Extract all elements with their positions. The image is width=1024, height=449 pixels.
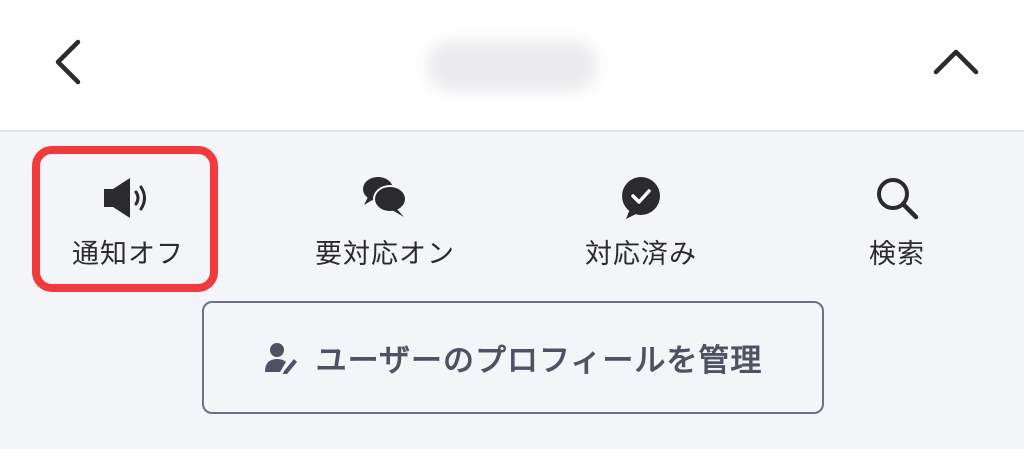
search-label: 検索: [869, 239, 925, 270]
search-icon: [874, 174, 920, 222]
back-button[interactable]: [40, 30, 96, 94]
speaker-icon: [102, 174, 154, 222]
mute-notifications-button[interactable]: 通知オフ: [28, 174, 228, 271]
chevron-up-icon: [933, 49, 979, 75]
manage-user-profile-label: ユーザーのプロフィールを管理: [315, 343, 763, 379]
mark-done-label: 対応済み: [585, 239, 697, 270]
search-button[interactable]: 検索: [797, 174, 997, 271]
mark-done-button[interactable]: 対応済み: [541, 174, 741, 271]
speech-bubbles-icon: [360, 174, 410, 222]
collapse-button[interactable]: [924, 30, 988, 94]
needs-response-button[interactable]: 要対応オン: [285, 174, 485, 271]
needs-response-label: 要対応オン: [315, 239, 455, 270]
blurred-chat-title: [426, 40, 598, 92]
manage-user-profile-button[interactable]: ユーザーのプロフィールを管理: [202, 301, 824, 414]
chat-header: [0, 0, 1024, 132]
mute-notifications-label: 通知オフ: [72, 239, 184, 270]
user-edit-icon: [264, 341, 298, 375]
check-bubble-icon: [618, 174, 664, 222]
chevron-left-icon: [55, 39, 81, 85]
chat-action-bar: 通知オフ 要対応オン 対応済み 検索: [0, 134, 1024, 294]
